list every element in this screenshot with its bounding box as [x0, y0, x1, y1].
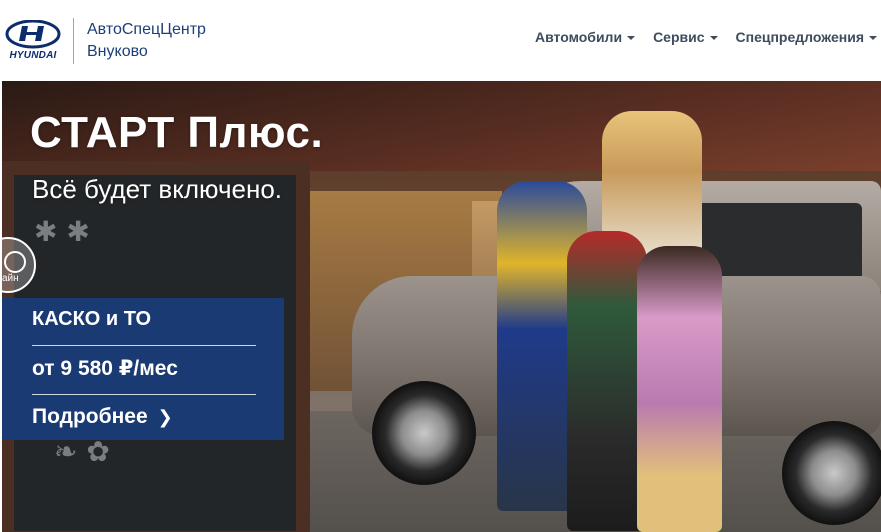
nav-item-service[interactable]: Сервис — [653, 29, 718, 45]
promo-more-link[interactable]: Подробнее ❯ — [32, 405, 173, 429]
dealer-name[interactable]: АвтоСпецЦентр Внуково — [87, 19, 206, 63]
car-wheel — [782, 421, 881, 525]
site-header: HYUNDAI АвтоСпецЦентр Внуково Автомобили… — [0, 0, 881, 81]
chevron-right-icon: ❯ — [157, 407, 173, 427]
promo-divider — [32, 345, 256, 346]
nav-item-special-offers[interactable]: Спецпредложения — [736, 29, 877, 45]
promo-price: от 9 580 ₽/мес — [32, 357, 178, 380]
caret-down-icon — [869, 36, 877, 40]
main-nav: Автомобили Сервис Спецпредложения — [535, 29, 877, 45]
person-boy — [567, 231, 647, 531]
side-widget-label: айн — [2, 273, 19, 284]
nav-item-cars[interactable]: Автомобили — [535, 29, 636, 45]
caret-down-icon — [709, 36, 718, 40]
hero-subtitle: Всё будет включено. — [32, 174, 283, 204]
car-wheel — [372, 381, 476, 485]
promo-divider — [32, 394, 256, 395]
nav-item-label: Сервис — [653, 29, 705, 45]
promo-title: КАСКО и ТО — [32, 308, 152, 330]
caret-down-icon — [627, 36, 636, 40]
widget-circle-icon — [4, 251, 26, 273]
promo-panel[interactable]: КАСКО и ТО от 9 580 ₽/мес Подробнее ❯ — [2, 298, 284, 440]
hyundai-logo[interactable]: HYUNDAI — [2, 20, 64, 64]
hero-title: СТАРТ Плюс. — [30, 108, 324, 157]
promo-link-label: Подробнее — [32, 405, 148, 428]
header-divider — [73, 18, 74, 64]
dealer-name-line1: АвтоСпецЦентр — [87, 21, 206, 38]
logo-wordmark: HYUNDAI — [9, 50, 57, 61]
nav-item-label: Спецпредложения — [735, 29, 864, 45]
person-girl — [637, 246, 722, 532]
chalk-doodle-icon: ✱ ✱ — [34, 215, 90, 248]
dealer-name-line2: Внуково — [87, 43, 148, 60]
nav-item-label: Автомобили — [535, 29, 623, 45]
